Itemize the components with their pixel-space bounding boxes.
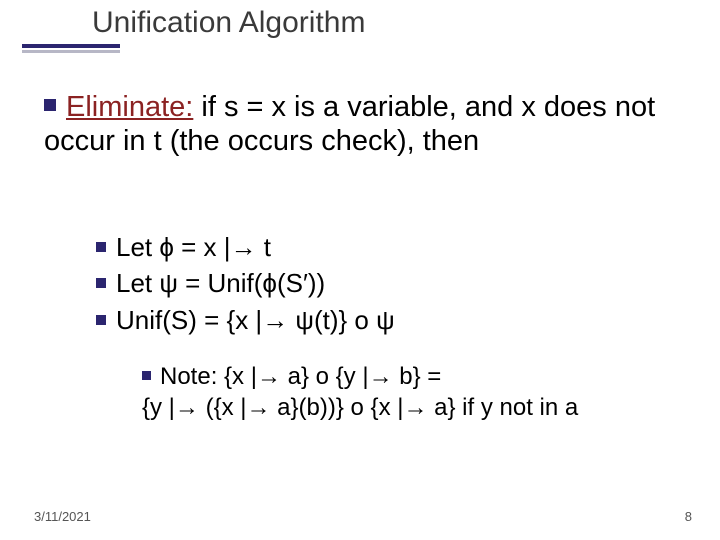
sub-bullet-1-text: Let ϕ = x |→ t: [116, 232, 271, 262]
main-bullet: Eliminate: if s = x is a variable, and x…: [44, 90, 690, 158]
sub-bullet-3-text: Unif(S) = {x |→ ψ(t)} o ψ: [116, 305, 395, 335]
bullet-icon: [142, 371, 151, 380]
bullet-icon: [44, 99, 56, 111]
footer-date: 3/11/2021: [34, 509, 91, 524]
bullet-icon: [96, 242, 106, 252]
sub-bullet-3: Unif(S) = {x |→ ψ(t)} o ψ: [96, 303, 690, 337]
title-underline: [22, 44, 120, 48]
note-bullet: Note: {x |→ a} o {y |→ b} = {y |→ ({x |→…: [142, 362, 694, 423]
bullet-icon: [96, 278, 106, 288]
sub-bullet-2-text: Let ψ = Unif(ϕ(S′)): [116, 268, 325, 298]
bullet-icon: [96, 315, 106, 325]
eliminate-word: Eliminate:: [66, 91, 193, 123]
sub-bullet-2: Let ψ = Unif(ϕ(S′)): [96, 266, 690, 300]
note-line-1: Note: {x |→ a} o {y |→ b} =: [160, 363, 441, 390]
note-line-2: {y |→ ({x |→ a}(b))} o {x |→ a} if y not…: [142, 394, 578, 421]
footer-page-number: 8: [685, 509, 692, 524]
slide-title: Unification Algorithm: [92, 6, 365, 40]
slide: Unification Algorithm Eliminate: if s = …: [0, 0, 720, 540]
sub-bullet-1: Let ϕ = x |→ t: [96, 230, 690, 264]
title-underline-shadow: [22, 50, 120, 53]
sub-bullet-list: Let ϕ = x |→ t Let ψ = Unif(ϕ(S′)) Unif(…: [96, 230, 690, 339]
